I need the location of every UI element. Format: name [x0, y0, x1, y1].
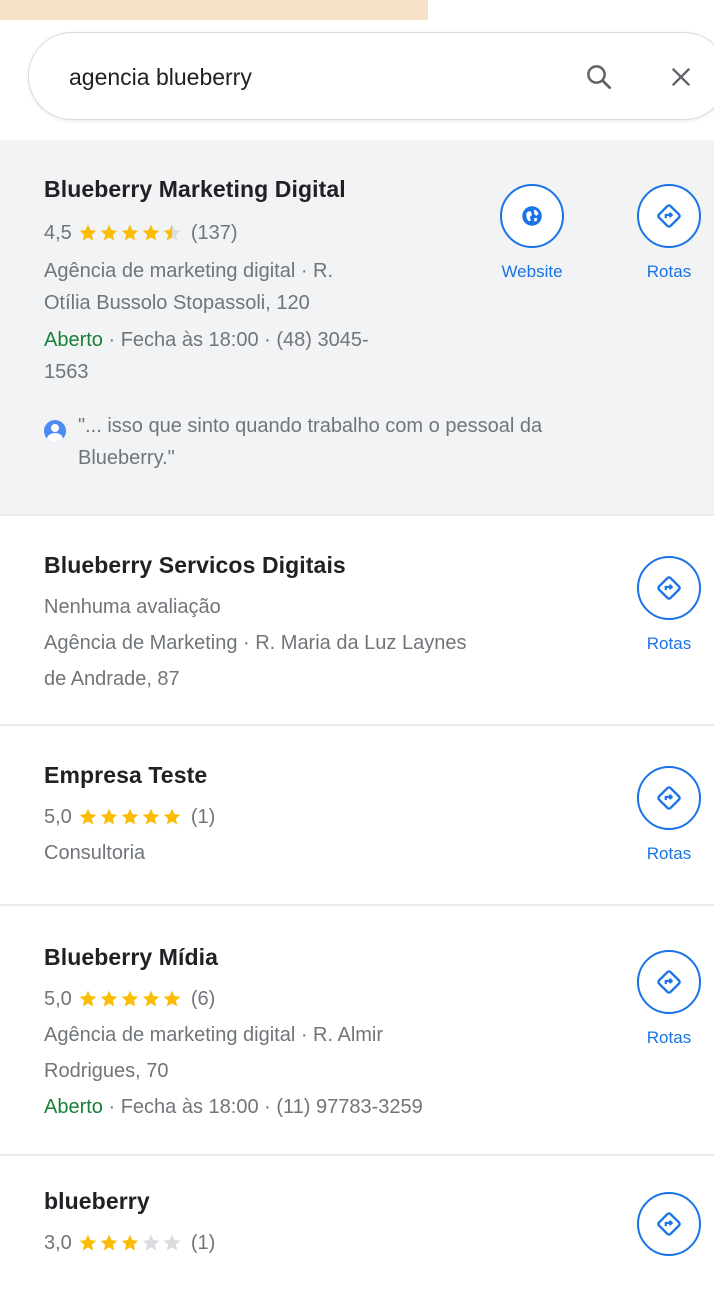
star-icon [163, 990, 181, 1007]
star-icon [121, 224, 139, 241]
category-address-line-2: Otília Bussolo Stopassoli, 120 [44, 292, 310, 314]
globe-icon [500, 184, 564, 248]
star-icon [100, 1234, 118, 1251]
stars-rating [78, 1233, 183, 1253]
rating-value: 5,0 [44, 805, 72, 828]
category-address-line-1: Agência de marketing digital · R. Almir [44, 1024, 384, 1046]
stars-rating [78, 223, 183, 243]
search-input[interactable] [69, 59, 509, 95]
directions-button[interactable]: Rotas [624, 184, 714, 282]
hours-phone: · Fecha às 18:00 · (11) 97783-3259 [102, 1096, 423, 1118]
top-accent-bar [0, 0, 428, 20]
star-icon [121, 1234, 139, 1251]
directions-icon [637, 556, 701, 620]
rating-line: 4,5 (137) [44, 218, 238, 248]
star-icon [100, 224, 118, 241]
star-icon [79, 224, 97, 241]
result-title[interactable]: Empresa Teste [44, 762, 207, 789]
open-status: Aberto [44, 329, 103, 351]
stars-rating [78, 807, 183, 827]
hours-phone: · Fecha às 18:00 · (48) 3045- [102, 329, 369, 351]
directions-label: Rotas [646, 844, 692, 863]
review-text-line-2: Blueberry." [78, 447, 175, 469]
open-status: Aberto [44, 1096, 103, 1118]
category-address-line-1: Agência de Marketing · R. Maria da Luz L… [44, 632, 467, 654]
star-icon [121, 808, 139, 825]
star-icon [100, 990, 118, 1007]
star-icon [100, 808, 118, 825]
rating-value: 4,5 [44, 221, 72, 244]
star-icon [163, 224, 181, 241]
star-icon [121, 990, 139, 1007]
star-icon [163, 808, 181, 825]
star-icon [79, 808, 97, 825]
review-count[interactable]: (6) [191, 988, 215, 1011]
hours-phone-line: Aberto · Fecha às 18:00 · (11) 97783-325… [44, 1096, 423, 1119]
category-address-line-1: Agência de marketing digital · R. [44, 260, 334, 282]
rating-line: 3,0 (1) [44, 1228, 215, 1258]
hours-phone-line-1: Aberto · Fecha às 18:00 · (48) 3045- [44, 329, 369, 352]
result-item[interactable]: Blueberry Servicos Digitais Nenhuma aval… [0, 516, 714, 726]
reviewer-avatar-icon [44, 420, 66, 442]
star-icon [142, 1234, 160, 1251]
stars-rating [78, 989, 183, 1009]
star-icon [79, 990, 97, 1007]
directions-button[interactable]: Rotas [624, 556, 714, 654]
category-address-line-2: de Andrade, 87 [44, 668, 180, 690]
review-snippet: "... isso que sinto quando trabalho com … [44, 410, 542, 474]
directions-icon [637, 766, 701, 830]
directions-button[interactable]: Rotas [624, 950, 714, 1048]
star-icon [79, 1234, 97, 1251]
no-reviews: Nenhuma avaliação [44, 596, 221, 618]
directions-icon [637, 950, 701, 1014]
category-address-line-2: Rodrigues, 70 [44, 1060, 169, 1082]
directions-label: Rotas [646, 1028, 692, 1047]
star-icon [142, 990, 160, 1007]
review-text-line-1: "... isso que sinto quando trabalho com … [78, 415, 543, 437]
website-label: Website [501, 262, 563, 281]
search-bar[interactable] [28, 32, 714, 120]
directions-icon [637, 1192, 701, 1256]
category: Consultoria [44, 842, 146, 864]
directions-label: Rotas [646, 262, 692, 281]
result-item[interactable]: Blueberry Mídia 5,0 (6) Agência de marke… [0, 906, 714, 1156]
result-title[interactable]: Blueberry Servicos Digitais [44, 552, 346, 579]
directions-button[interactable] [624, 1192, 714, 1256]
rating-line: 5,0 (6) [44, 984, 215, 1014]
review-count[interactable]: (1) [191, 1232, 215, 1255]
search-icon[interactable] [577, 55, 621, 99]
star-icon [142, 808, 160, 825]
close-icon[interactable] [659, 55, 703, 99]
rating-line: 5,0 (1) [44, 802, 215, 832]
directions-icon [637, 184, 701, 248]
directions-label: Rotas [646, 634, 692, 653]
result-item[interactable]: Blueberry Marketing Digital 4,5 (137) Ag… [0, 140, 714, 516]
review-count[interactable]: (137) [191, 222, 238, 245]
result-item[interactable]: Empresa Teste 5,0 (1) Consultoria Rotas [0, 726, 714, 906]
review-count[interactable]: (1) [191, 806, 215, 829]
result-title[interactable]: blueberry [44, 1188, 150, 1215]
hours-phone-line-2: 1563 [44, 361, 89, 383]
result-item[interactable]: blueberry 3,0 (1) [0, 1156, 714, 1306]
rating-value: 5,0 [44, 987, 72, 1010]
results-list: Blueberry Marketing Digital 4,5 (137) Ag… [0, 140, 714, 1306]
star-icon [163, 1234, 181, 1251]
rating-value: 3,0 [44, 1231, 72, 1254]
star-icon [142, 224, 160, 241]
directions-button[interactable]: Rotas [624, 766, 714, 864]
website-button[interactable]: Website [487, 184, 577, 282]
result-title[interactable]: Blueberry Marketing Digital [44, 176, 346, 203]
result-title[interactable]: Blueberry Mídia [44, 944, 218, 971]
